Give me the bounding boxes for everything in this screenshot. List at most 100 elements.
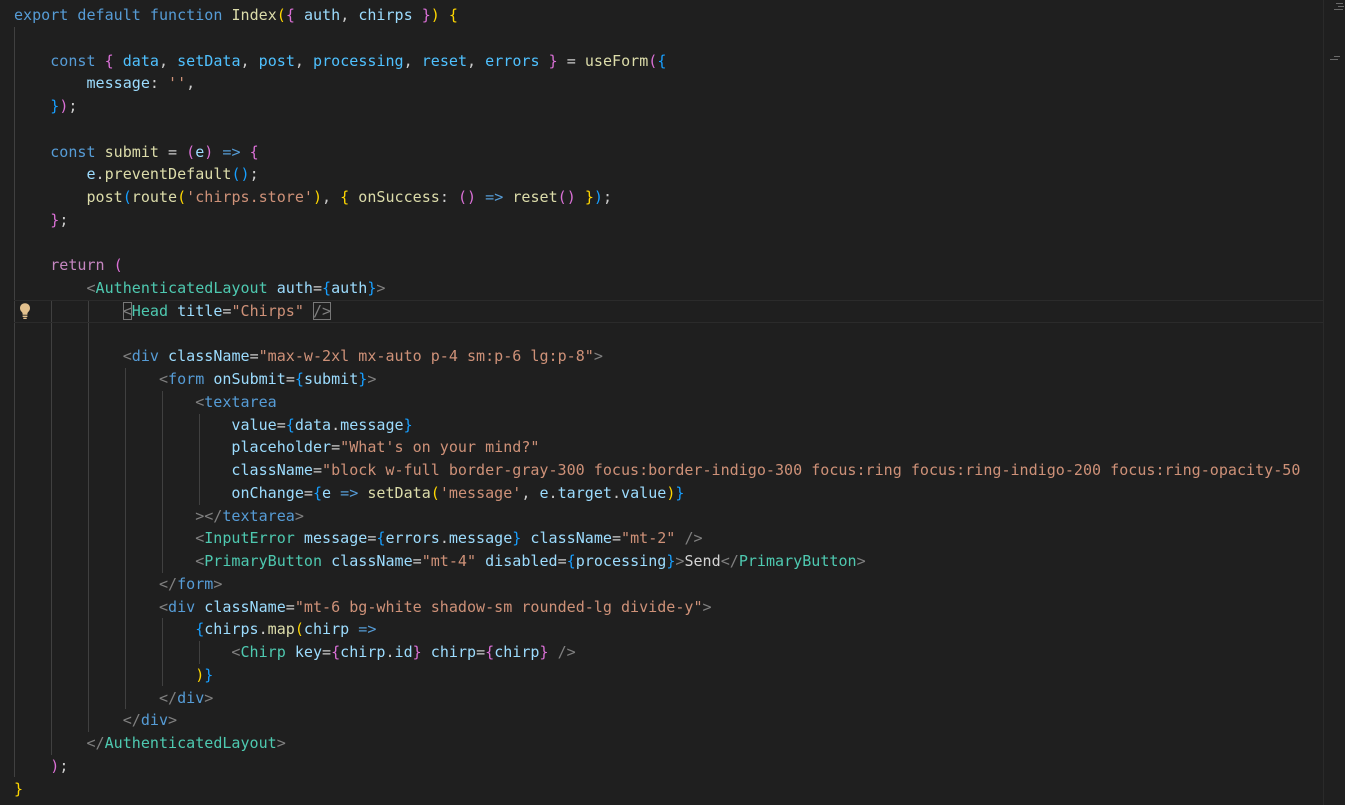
code-line[interactable]: {chirps.map(chirp => [14, 618, 1323, 641]
code-line[interactable]: e.preventDefault(); [14, 163, 1323, 186]
code-line[interactable]: </div> [14, 687, 1323, 710]
code-token: . [258, 620, 268, 639]
code-token: placeholder [231, 438, 332, 457]
code-line[interactable]: <form onSubmit={submit}> [14, 368, 1323, 391]
code-line[interactable]: post(route('chirps.store'), { onSuccess:… [14, 186, 1323, 209]
code-token: className [530, 529, 612, 548]
code-token: /> [557, 643, 576, 661]
code-token: "mt-4" [421, 552, 477, 570]
code-line[interactable]: </div> [14, 709, 1323, 732]
code-token: title [177, 301, 223, 320]
code-token: } [14, 779, 24, 798]
code-token: = [249, 347, 259, 366]
code-token: ( [557, 188, 567, 206]
code-token: className [168, 347, 250, 366]
code-line[interactable]: <div className="mt-6 bg-white shadow-sm … [14, 596, 1323, 619]
code-line[interactable]: ); [14, 755, 1323, 778]
code-token: InputError [204, 529, 295, 548]
code-line[interactable]: } [14, 778, 1323, 801]
code-token: form [177, 574, 214, 593]
code-line[interactable]: <InputError message={errors.message} cla… [14, 527, 1323, 550]
code-line[interactable] [14, 323, 1323, 346]
code-token: = [331, 438, 341, 457]
lightbulb-icon[interactable] [17, 302, 33, 320]
code-token: < [86, 279, 96, 297]
code-line[interactable]: <Head title="Chirps" /> [14, 299, 1323, 323]
code-token: onSubmit [213, 370, 286, 388]
code-line[interactable] [14, 232, 1323, 255]
code-line[interactable]: className="block w-full border-gray-300 … [14, 459, 1323, 482]
matched-bracket: /> [313, 301, 332, 320]
code-line[interactable] [14, 118, 1323, 141]
code-area[interactable]: export default function Index({ auth, ch… [14, 4, 1323, 800]
code-line[interactable]: placeholder="What's on your mind?" [14, 436, 1323, 459]
code-token: ) [430, 6, 440, 24]
code-token: value [231, 415, 277, 434]
code-token: < [195, 529, 205, 548]
code-token: processing [313, 51, 404, 70]
code-line[interactable]: message: '', [14, 72, 1323, 95]
code-token: key [294, 643, 323, 661]
code-token: { [657, 51, 667, 70]
code-token: } [548, 51, 558, 70]
code-line[interactable]: <AuthenticatedLayout auth={auth}> [14, 277, 1323, 300]
code-token: { [104, 51, 114, 70]
code-token: textarea [204, 392, 277, 411]
code-line[interactable] [14, 27, 1323, 50]
code-line[interactable]: )} [14, 664, 1323, 687]
code-token: , [186, 74, 196, 93]
code-token: ></ [195, 506, 223, 525]
minimap[interactable] [1323, 0, 1345, 805]
code-line[interactable]: const submit = (e) => { [14, 141, 1323, 164]
code-line[interactable]: const { data, setData, post, processing,… [14, 50, 1323, 73]
code-token: id [394, 643, 413, 661]
code-token: < [158, 370, 169, 388]
code-line[interactable]: export default function Index({ auth, ch… [14, 4, 1323, 27]
code-token: e [195, 142, 205, 161]
code-line[interactable]: <Chirp key={chirp.id} chirp={chirp} /> [14, 641, 1323, 664]
code-line[interactable]: return ( [14, 254, 1323, 277]
code-token: message [340, 415, 404, 434]
code-line[interactable]: }); [14, 95, 1323, 118]
code-token: < [122, 347, 132, 366]
code-line[interactable]: ></textarea> [14, 505, 1323, 528]
code-token: value [621, 483, 667, 502]
code-token: ( [430, 483, 440, 502]
code-token: . [548, 483, 558, 502]
code-token: ) [204, 142, 214, 161]
code-line[interactable]: <textarea [14, 391, 1323, 414]
code-line[interactable]: onChange={e => setData('message', e.targ… [14, 482, 1323, 505]
code-line[interactable]: }; [14, 209, 1323, 232]
code-line[interactable]: <div className="max-w-2xl mx-auto p-4 sm… [14, 345, 1323, 368]
code-token: useForm [584, 51, 649, 70]
code-token: /> [684, 529, 703, 548]
code-line[interactable]: <PrimaryButton className="mt-4" disabled… [14, 550, 1323, 573]
code-token: post [86, 188, 123, 206]
code-token: "mt-2" [621, 529, 676, 548]
code-token: return [50, 256, 105, 275]
code-line[interactable]: value={data.message} [14, 414, 1323, 437]
code-token: ) [195, 665, 205, 684]
code-line[interactable]: </form> [14, 573, 1323, 596]
code-token: > [276, 734, 286, 752]
code-token: = [412, 552, 422, 570]
code-token: errors [385, 529, 440, 548]
code-token: > [593, 347, 603, 366]
code-token: chirp [494, 643, 540, 661]
code-line[interactable]: </AuthenticatedLayout> [14, 732, 1323, 755]
code-editor[interactable]: export default function Index({ auth, ch… [0, 0, 1345, 805]
